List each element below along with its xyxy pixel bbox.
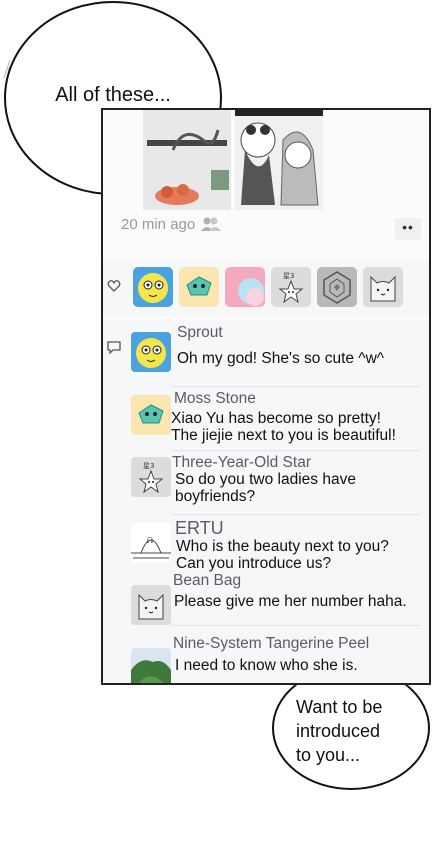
comment-avatar-tangerine-peel[interactable] [131,648,171,683]
bottom-bubble-text: Want to be introduced to you... [296,697,383,765]
more-options-button[interactable]: •• [395,218,421,240]
like-avatar-three-year-old-star[interactable]: 星3 [271,267,311,307]
comment-text: Oh my god! She's so cute ^w^ [177,350,385,367]
post-photos [143,110,323,210]
timestamp-text: 20 min ago [121,216,196,233]
likes-row: 星3 [103,260,429,316]
comment-avatar-three-year-old-star[interactable]: 星3 [131,457,171,497]
svg-text:ᕱ: ᕱ [147,536,153,545]
like-avatar-pink[interactable] [225,267,265,307]
like-avatar-sprout[interactable] [133,267,173,307]
comment-divider [171,386,421,387]
heart-icon [107,280,121,292]
svg-text:星3: 星3 [143,462,154,470]
comment-text: Please give me her number haha. [174,593,407,610]
comments-section: Sprout Oh my god! She's so cute ^w^ Moss… [103,320,429,683]
comment-author[interactable]: Moss Stone [174,390,256,408]
top-bubble-text: All of these... [55,84,171,106]
comment-text: Who is the beauty next to you? Can you i… [176,538,389,572]
moments-post: 20 min ago •• 星3 Sprout Oh my god! She's… [101,108,431,685]
comment-text: I need to know who she is. [175,657,358,674]
comment-text: Xiao Yu has become so pretty! The jiejie… [171,410,396,444]
comment-avatar-sprout[interactable] [131,332,171,372]
comment-divider [171,625,421,626]
comment-author[interactable]: Three-Year-Old Star [172,454,311,472]
comment-author[interactable]: Bean Bag [173,572,241,590]
like-avatar-moss-stone[interactable] [179,267,219,307]
comment-divider [171,514,421,515]
comment-author[interactable]: Sprout [177,324,223,342]
svg-text:星3: 星3 [283,272,294,280]
comment-author[interactable]: Nine-System Tangerine Peel [173,635,369,653]
comment-divider [171,450,421,451]
comment-icon [107,341,121,354]
comment-avatar-moss-stone[interactable] [131,395,171,435]
comment-avatar-bean-bag[interactable] [131,585,171,625]
friends-visibility-icon [201,217,222,231]
like-avatar-bean-bag[interactable] [363,267,403,307]
comment-author[interactable]: ERTU [175,518,224,539]
comment-avatar-ertu[interactable]: ᕱ [131,523,171,563]
like-avatar-geometric[interactable] [317,267,357,307]
comment-text: So do you two ladies have boyfriends? [175,471,356,505]
post-timestamp: 20 min ago [121,216,222,233]
